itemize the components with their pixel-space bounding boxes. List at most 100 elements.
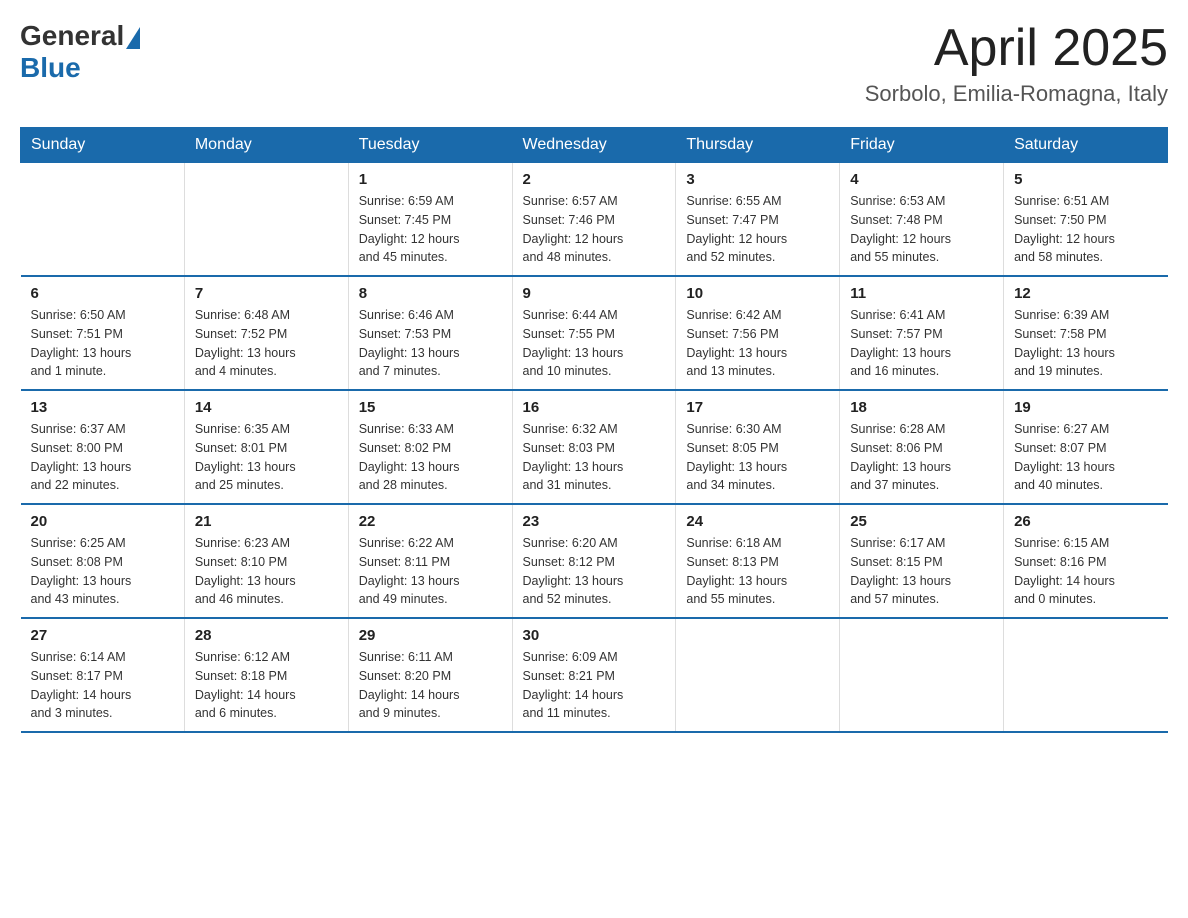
calendar-cell: 26Sunrise: 6:15 AM Sunset: 8:16 PM Dayli… <box>1004 504 1168 618</box>
day-number: 11 <box>850 285 993 302</box>
day-number: 5 <box>1014 171 1157 188</box>
calendar-week-row: 6Sunrise: 6:50 AM Sunset: 7:51 PM Daylig… <box>21 276 1168 390</box>
calendar-cell: 18 Sunrise: 6:28 AM Sunset: 8:06 PM Dayli… <box>840 390 1004 504</box>
calendar-cell: 5 Sunrise: 6:51 AM Sunset: 7:50 PM Daylig… <box>1004 163 1168 277</box>
day-number: 4 <box>850 171 993 188</box>
calendar-week-row: 13 Sunrise: 6:37 AM Sunset: 8:00 PM Dayli… <box>21 390 1168 504</box>
logo-general-text: General <box>20 20 124 52</box>
day-info: Sunrise: 6:50 AM Sunset: 7:51 PM Dayligh… <box>31 306 174 381</box>
day-info: Sunrise: 6:35 AM Sunset: 8:01 PM Dayligh… <box>195 420 338 495</box>
day-info: Sunrise: 6:37 AM Sunset: 8:00 PM Dayligh… <box>31 420 174 495</box>
day-info: Sunrise: 6:09 AM Sunset: 8:21 PM Dayligh… <box>523 648 666 723</box>
day-info: Sunrise: 6:42 AM Sunset: 7:56 PM Dayligh… <box>686 306 829 381</box>
calendar-cell: 28Sunrise: 6:12 AM Sunset: 8:18 PM Dayli… <box>184 618 348 732</box>
calendar-cell: 17 Sunrise: 6:30 AM Sunset: 8:05 PM Dayli… <box>676 390 840 504</box>
day-info: Sunrise: 6:25 AM Sunset: 8:08 PM Dayligh… <box>31 534 174 609</box>
calendar-header: SundayMondayTuesdayWednesdayThursdayFrid… <box>21 128 1168 163</box>
day-info: Sunrise: 6:22 AM Sunset: 8:11 PM Dayligh… <box>359 534 502 609</box>
location-subtitle: Sorbolo, Emilia-Romagna, Italy <box>865 81 1168 107</box>
calendar-cell: 21Sunrise: 6:23 AM Sunset: 8:10 PM Dayli… <box>184 504 348 618</box>
calendar-cell <box>1004 618 1168 732</box>
calendar-cell: 27 Sunrise: 6:14 AM Sunset: 8:17 PM Dayli… <box>21 618 185 732</box>
weekday-header-saturday: Saturday <box>1004 128 1168 163</box>
day-number: 3 <box>686 171 829 188</box>
calendar-cell: 7 Sunrise: 6:48 AM Sunset: 7:52 PM Daylig… <box>184 276 348 390</box>
weekday-header-row: SundayMondayTuesdayWednesdayThursdayFrid… <box>21 128 1168 163</box>
day-number: 10 <box>686 285 829 302</box>
day-info: Sunrise: 6:18 AM Sunset: 8:13 PM Dayligh… <box>686 534 829 609</box>
calendar-table: SundayMondayTuesdayWednesdayThursdayFrid… <box>20 127 1168 733</box>
day-info: Sunrise: 6:33 AM Sunset: 8:02 PM Dayligh… <box>359 420 502 495</box>
calendar-cell <box>840 618 1004 732</box>
calendar-cell: 3Sunrise: 6:55 AM Sunset: 7:47 PM Daylig… <box>676 163 840 277</box>
day-number: 24 <box>686 513 829 530</box>
day-number: 21 <box>195 513 338 530</box>
calendar-cell: 16 Sunrise: 6:32 AM Sunset: 8:03 PM Dayli… <box>512 390 676 504</box>
day-number: 25 <box>850 513 993 530</box>
day-info: Sunrise: 6:27 AM Sunset: 8:07 PM Dayligh… <box>1014 420 1157 495</box>
page-header: General Blue April 2025 Sorbolo, Emilia-… <box>20 20 1168 107</box>
logo-triangle-icon <box>126 27 140 49</box>
calendar-week-row: 27 Sunrise: 6:14 AM Sunset: 8:17 PM Dayli… <box>21 618 1168 732</box>
day-info: Sunrise: 6:39 AM Sunset: 7:58 PM Dayligh… <box>1014 306 1157 381</box>
calendar-cell <box>21 163 185 277</box>
day-number: 13 <box>31 399 174 416</box>
calendar-cell: 13 Sunrise: 6:37 AM Sunset: 8:00 PM Dayli… <box>21 390 185 504</box>
day-info: Sunrise: 6:17 AM Sunset: 8:15 PM Dayligh… <box>850 534 993 609</box>
day-number: 19 <box>1014 399 1157 416</box>
day-number: 8 <box>359 285 502 302</box>
day-number: 27 <box>31 627 174 644</box>
calendar-cell: 20 Sunrise: 6:25 AM Sunset: 8:08 PM Dayli… <box>21 504 185 618</box>
month-title: April 2025 <box>865 20 1168 77</box>
calendar-cell: 30 Sunrise: 6:09 AM Sunset: 8:21 PM Dayli… <box>512 618 676 732</box>
day-info: Sunrise: 6:48 AM Sunset: 7:52 PM Dayligh… <box>195 306 338 381</box>
calendar-cell: 15 Sunrise: 6:33 AM Sunset: 8:02 PM Dayli… <box>348 390 512 504</box>
day-number: 7 <box>195 285 338 302</box>
day-number: 16 <box>523 399 666 416</box>
day-number: 26 <box>1014 513 1157 530</box>
day-info: Sunrise: 6:28 AM Sunset: 8:06 PM Dayligh… <box>850 420 993 495</box>
logo: General Blue <box>20 20 140 84</box>
title-block: April 2025 Sorbolo, Emilia-Romagna, Ital… <box>865 20 1168 107</box>
calendar-cell: 10 Sunrise: 6:42 AM Sunset: 7:56 PM Dayli… <box>676 276 840 390</box>
calendar-cell: 24 Sunrise: 6:18 AM Sunset: 8:13 PM Dayli… <box>676 504 840 618</box>
calendar-week-row: 20 Sunrise: 6:25 AM Sunset: 8:08 PM Dayli… <box>21 504 1168 618</box>
day-info: Sunrise: 6:57 AM Sunset: 7:46 PM Dayligh… <box>523 192 666 267</box>
day-number: 12 <box>1014 285 1157 302</box>
day-number: 22 <box>359 513 502 530</box>
day-info: Sunrise: 6:32 AM Sunset: 8:03 PM Dayligh… <box>523 420 666 495</box>
calendar-cell: 8Sunrise: 6:46 AM Sunset: 7:53 PM Daylig… <box>348 276 512 390</box>
calendar-cell: 11 Sunrise: 6:41 AM Sunset: 7:57 PM Dayli… <box>840 276 1004 390</box>
calendar-cell: 25 Sunrise: 6:17 AM Sunset: 8:15 PM Dayli… <box>840 504 1004 618</box>
calendar-cell: 19 Sunrise: 6:27 AM Sunset: 8:07 PM Dayli… <box>1004 390 1168 504</box>
day-info: Sunrise: 6:53 AM Sunset: 7:48 PM Dayligh… <box>850 192 993 267</box>
calendar-cell: 14 Sunrise: 6:35 AM Sunset: 8:01 PM Dayli… <box>184 390 348 504</box>
day-info: Sunrise: 6:11 AM Sunset: 8:20 PM Dayligh… <box>359 648 502 723</box>
calendar-cell <box>184 163 348 277</box>
day-number: 17 <box>686 399 829 416</box>
weekday-header-wednesday: Wednesday <box>512 128 676 163</box>
weekday-header-tuesday: Tuesday <box>348 128 512 163</box>
calendar-cell: 22 Sunrise: 6:22 AM Sunset: 8:11 PM Dayli… <box>348 504 512 618</box>
day-info: Sunrise: 6:59 AM Sunset: 7:45 PM Dayligh… <box>359 192 502 267</box>
calendar-cell: 2 Sunrise: 6:57 AM Sunset: 7:46 PM Daylig… <box>512 163 676 277</box>
day-info: Sunrise: 6:51 AM Sunset: 7:50 PM Dayligh… <box>1014 192 1157 267</box>
calendar-cell: 6Sunrise: 6:50 AM Sunset: 7:51 PM Daylig… <box>21 276 185 390</box>
weekday-header-monday: Monday <box>184 128 348 163</box>
day-number: 28 <box>195 627 338 644</box>
calendar-cell: 23Sunrise: 6:20 AM Sunset: 8:12 PM Dayli… <box>512 504 676 618</box>
day-info: Sunrise: 6:41 AM Sunset: 7:57 PM Dayligh… <box>850 306 993 381</box>
weekday-header-friday: Friday <box>840 128 1004 163</box>
weekday-header-sunday: Sunday <box>21 128 185 163</box>
day-number: 2 <box>523 171 666 188</box>
day-number: 9 <box>523 285 666 302</box>
day-number: 29 <box>359 627 502 644</box>
day-number: 14 <box>195 399 338 416</box>
day-number: 18 <box>850 399 993 416</box>
day-info: Sunrise: 6:14 AM Sunset: 8:17 PM Dayligh… <box>31 648 174 723</box>
day-number: 20 <box>31 513 174 530</box>
day-number: 30 <box>523 627 666 644</box>
calendar-cell <box>676 618 840 732</box>
day-info: Sunrise: 6:30 AM Sunset: 8:05 PM Dayligh… <box>686 420 829 495</box>
day-number: 15 <box>359 399 502 416</box>
